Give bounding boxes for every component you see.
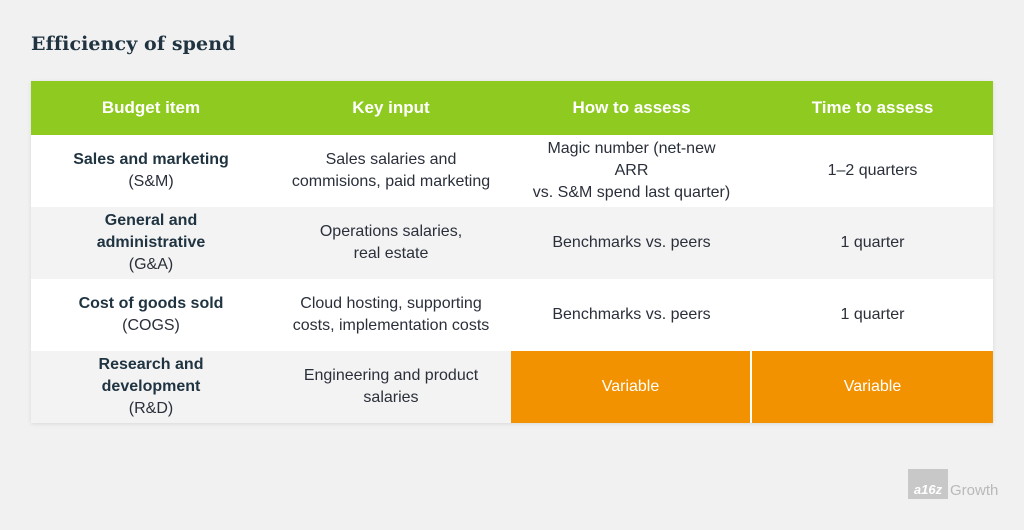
key-input-line2: salaries [363,389,419,406]
budget-item-abbr: (COGS) [122,317,180,334]
header-key-input: Key input [352,98,430,117]
budget-item-cell: Research and development (R&D) [31,351,271,423]
budget-item-name: Sales and marketing [73,151,229,168]
header-budget-item: Budget item [101,98,201,117]
time-to-assess-cell: 1 quarter [840,234,905,251]
table-row: Sales and marketing (S&M) Sales salaries … [31,135,993,207]
table-header-row: Budget item Key input How to assess Time… [31,81,993,135]
how-to-assess-cell: Benchmarks vs. peers [552,234,711,251]
page-title: Efficiency of spend [31,33,236,55]
assess-line1: Magic number (net-new ARR [547,140,716,179]
key-input-cell: Operations salaries, real estate [271,207,511,279]
a16z-growth-logo: a16z Growth [908,468,998,499]
key-input-line1: Engineering and product [303,367,479,384]
budget-item-name: General and administrative [96,212,206,251]
how-to-assess-cell: Magic number (net-new ARR vs. S&M spend l… [511,135,752,207]
key-input-line1: Cloud hosting, supporting [300,295,482,312]
budget-item-cell: Sales and marketing (S&M) [31,135,271,207]
budget-item-name: Cost of goods sold [78,295,224,312]
table-row: Cost of goods sold (COGS) Cloud hosting, … [31,279,993,351]
table-row: Research and development (R&D) Engineerin… [31,351,993,423]
how-to-assess-cell-highlighted: Variable [511,351,752,423]
assess-line2: vs. S&M spend last quarter) [532,184,731,201]
key-input-line2: costs, implementation costs [292,317,490,334]
table-row: General and administrative (G&A) Operatio… [31,207,993,279]
how-to-assess-cell: Benchmarks vs. peers [552,306,711,323]
budget-item-cell: General and administrative (G&A) [31,207,271,279]
a16z-logo-mark: a16z [908,468,948,499]
time-to-assess-cell: 1 quarter [840,306,905,323]
key-input-line2: real estate [353,245,429,262]
logo-text: Growth [950,482,999,499]
spend-efficiency-table: Budget item Key input How to assess Time… [31,81,993,423]
key-input-line2: commisions, paid marketing [291,173,491,190]
key-input-line1: Operations salaries, [319,223,463,240]
time-to-assess-cell: 1–2 quarters [827,162,918,179]
key-input-cell: Engineering and product salaries [271,351,511,423]
budget-item-cell: Cost of goods sold (COGS) [31,279,271,351]
budget-item-abbr: (R&D) [128,400,174,417]
budget-item-name: Research and development [98,356,204,395]
key-input-cell: Sales salaries and commisions, paid marke… [271,135,511,207]
header-time-to-assess: Time to assess [811,98,934,117]
budget-item-abbr: (S&M) [128,173,174,190]
budget-item-abbr: (G&A) [128,256,174,273]
key-input-cell: Cloud hosting, supporting costs, implemen… [271,279,511,351]
header-how-to-assess: How to assess [572,98,691,117]
time-to-assess-cell-highlighted: Variable [752,351,993,423]
key-input-line1: Sales salaries and [325,151,457,168]
